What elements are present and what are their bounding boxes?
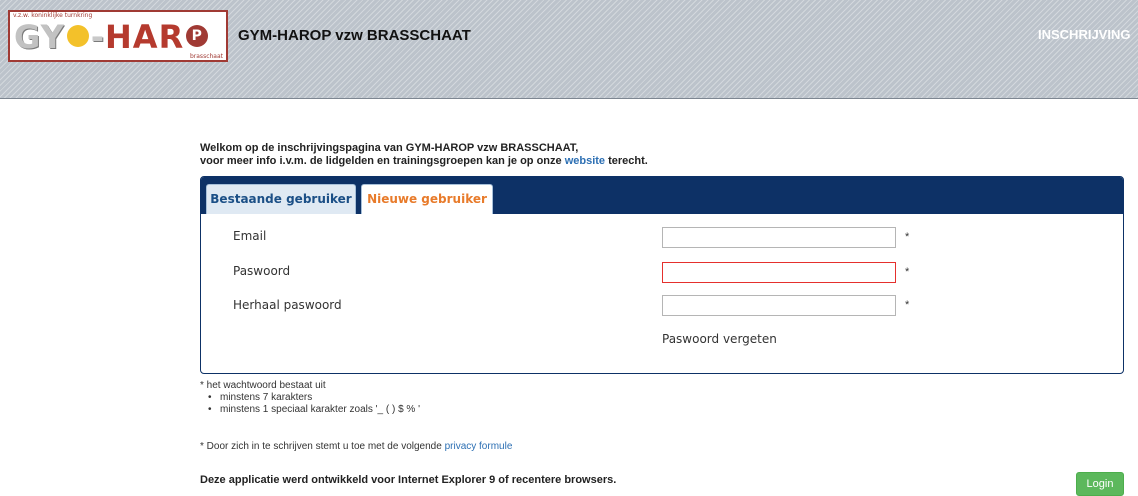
logo-bottom-text: brasschaat [189,53,223,60]
password-rule: minstens 7 karakters [208,392,420,404]
privacy-note: * Door zich in te schrijven stemt u toe … [200,441,512,452]
password-required-mark: * [905,266,910,278]
login-button[interactable]: Login [1076,472,1124,496]
website-link[interactable]: website [565,155,605,167]
welcome-line-2: voor meer info i.v.m. de lidgelden en tr… [200,155,648,168]
club-logo[interactable]: v.z.w. koninklijke turnkring GY -HAR P bra… [8,10,228,62]
forgot-password-link[interactable]: Paswoord vergeten [662,332,777,346]
password-rules-list: minstens 7 karakters minstens 1 speciaal… [200,392,420,416]
password-rule: minstens 1 speciaal karakter zoals '_ ( … [208,404,420,416]
header-nav-inschrijving[interactable]: INSCHRIJVING [1038,27,1130,42]
tab-new-user[interactable]: Nieuwe gebruiker [361,184,493,214]
repeat-password-required-mark: * [905,299,910,311]
tab-existing-user[interactable]: Bestaande gebruiker [206,184,356,214]
privacy-text: * Door zich in te schrijven stemt u toe … [200,441,445,452]
welcome-line-2-text: voor meer info i.v.m. de lidgelden en tr… [200,155,565,167]
password-rules-intro: * het wachtwoord bestaat uit [200,380,326,391]
email-label: Email [233,229,267,243]
site-title: GYM-HAROP vzw BRASSCHAAT [238,27,471,44]
password-input[interactable] [662,262,896,283]
welcome-line-1: Welkom op de inschrijvingspagina van GYM… [200,142,579,154]
privacy-link[interactable]: privacy formule [445,441,513,452]
repeat-password-input[interactable] [662,295,896,316]
tab-bar: Bestaande gebruiker Nieuwe gebruiker [201,177,1123,214]
password-rules: * het wachtwoord bestaat uit minstens 7 … [200,380,420,416]
welcome-text: Welkom op de inschrijvingspagina van GYM… [200,142,648,168]
welcome-line-2-end: terecht. [605,155,648,167]
logo-wordmark: GY -HAR P [14,19,209,55]
password-label: Paswoord [233,264,291,278]
page-header: v.z.w. koninklijke turnkring GY -HAR P bra… [0,0,1138,99]
browser-note: Deze applicatie werd ontwikkeld voor Int… [200,474,617,486]
email-required-mark: * [905,231,910,243]
repeat-password-label: Herhaal paswoord [233,298,342,312]
email-input[interactable] [662,227,896,248]
login-panel: Bestaande gebruiker Nieuwe gebruiker Ema… [200,176,1124,374]
